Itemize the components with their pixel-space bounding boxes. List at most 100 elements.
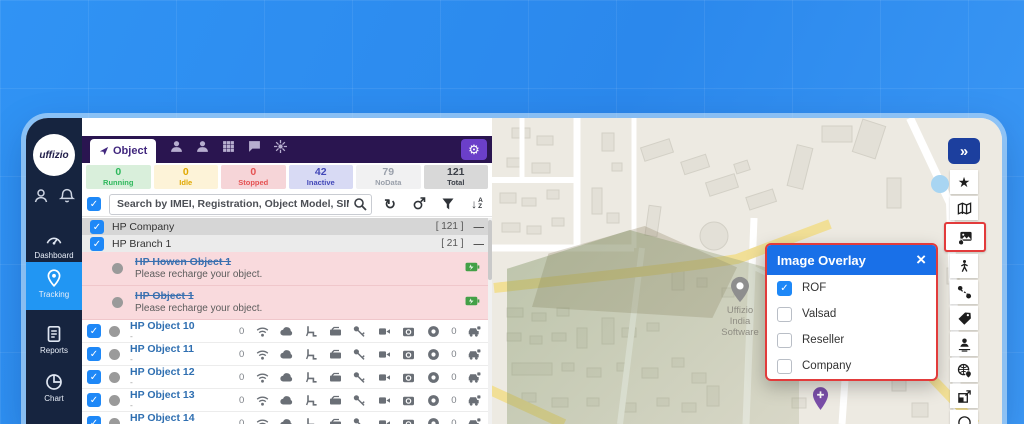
select-all-checkbox[interactable] [87,197,101,211]
overlay-option-company[interactable]: Company [767,353,936,379]
object-row[interactable]: HP Object 12- 0 0 [82,366,492,389]
chat-icon[interactable] [248,140,261,158]
image-overlay-button[interactable] [944,222,986,252]
status-dot [112,263,123,274]
row-checkbox[interactable] [87,370,101,384]
alert-row[interactable]: HP Howen Object 1 Please recharge your o… [82,252,492,286]
bell-icon[interactable] [59,188,75,209]
map-pin-gray[interactable] [730,276,750,308]
group-checkbox[interactable] [90,237,104,251]
clustering-button[interactable] [950,332,978,356]
group-checkbox[interactable] [90,220,104,234]
car-lock-icon [468,417,481,424]
object-status-icons: 0 0 [239,325,481,338]
object-subtitle: - [130,332,225,341]
counter: 0 [239,395,244,406]
passenger-icon[interactable] [196,140,209,158]
street-view-button[interactable] [950,254,978,278]
option-checkbox[interactable] [777,333,792,348]
chip-total[interactable]: 121Total [424,165,489,189]
object-name[interactable]: HP Object 13 [130,390,225,402]
grid-icon[interactable] [222,140,235,158]
sidebar-item-dashboard[interactable]: Dashboard [26,224,82,260]
poi-star-button[interactable] [950,170,978,194]
circle-arrow-icon[interactable] [409,194,429,214]
chip-inactive[interactable]: 42Inactive [289,165,354,189]
collapse-toggle[interactable]: — [474,221,485,233]
object-row[interactable]: HP Object 11- 0 0 [82,343,492,366]
map-pin-hospital[interactable] [812,386,829,416]
uffizio-logo[interactable]: uffizio [33,134,75,176]
driver-icon[interactable] [170,140,183,158]
fit-screen-button[interactable] [950,384,978,408]
geofence-globe-button[interactable] [950,358,978,382]
recharge-icon[interactable] [465,260,480,278]
object-row[interactable]: HP Object 14- 0 0 [82,412,492,424]
option-label: Company [802,360,851,372]
network-icon[interactable] [274,140,287,158]
recharge-message: Please recharge your object. [135,303,262,316]
sidebar-item-chart[interactable]: Chart [26,366,82,406]
object-name[interactable]: HP Object 14 [130,413,225,424]
more-tools-button[interactable] [950,410,978,424]
route-button[interactable] [950,280,978,304]
popup-header[interactable]: Image Overlay × [767,245,936,275]
wifi-icon [256,417,269,424]
sidebar-item-label: Reports [40,346,68,355]
object-name[interactable]: HP Object 12 [130,367,225,379]
row-checkbox[interactable] [87,324,101,338]
overlay-option-valsad[interactable]: Valsad [767,301,936,327]
recharge-icon[interactable] [465,294,480,312]
collapse-panel-button[interactable] [948,138,980,164]
group-name[interactable]: HP Company [112,221,174,233]
tab-object[interactable]: Object [90,139,156,163]
group-count: [ 121 ] [436,221,464,232]
sidebar-item-reports[interactable]: Reports [26,318,82,358]
object-subtitle: - [130,378,225,387]
alert-row[interactable]: HP Object 1 Please recharge your object. [82,286,492,320]
user-icon[interactable] [33,188,49,209]
object-row[interactable]: HP Object 10- 0 0 [82,320,492,343]
row-checkbox[interactable] [87,347,101,361]
chip-running[interactable]: 0Running [86,165,151,189]
label-tag-button[interactable] [950,306,978,330]
overlay-option-rof[interactable]: ROF [767,275,936,301]
object-name[interactable]: HP Object 10 [130,321,225,333]
map-type-button[interactable] [950,196,978,220]
option-checkbox[interactable] [777,307,792,322]
group-name[interactable]: HP Branch 1 [112,238,171,250]
door-icon [329,348,342,361]
sort-az-icon[interactable]: ↓ AZ [467,194,487,214]
status-chip-bar: 0Running 0Idle 0Stopped 42Inactive 79NoD… [82,164,492,190]
group-row-branch[interactable]: HP Branch 1 [ 21 ] — [82,235,492,252]
sidebar-item-tracking[interactable]: Tracking [26,262,82,310]
option-checkbox[interactable] [777,281,792,296]
object-name[interactable]: HP Howen Object 1 [135,256,262,269]
collapse-toggle[interactable]: — [474,238,485,250]
video-camera-icon [378,348,391,361]
option-label: Reseller [802,334,844,346]
search-row: ↓ AZ [82,192,492,217]
chip-idle[interactable]: 0Idle [154,165,219,189]
row-checkbox[interactable] [87,416,101,424]
chip-nodata[interactable]: 79NoData [356,165,421,189]
chip-stopped[interactable]: 0Stopped [221,165,286,189]
speed-limit-icon [427,417,440,424]
row-checkbox[interactable] [87,393,101,407]
sidebar-item-label: Tracking [39,290,69,299]
refresh-icon[interactable] [380,194,400,214]
group-row-company[interactable]: HP Company [ 121 ] — [82,218,492,235]
settings-gear-button[interactable] [461,139,487,160]
object-row[interactable]: HP Object 13- 0 0 [82,389,492,412]
object-panel: Object 0Running 0Idle 0Stopped 42Inactiv… [82,118,492,424]
overlay-option-reseller[interactable]: Reseller [767,327,936,353]
object-name[interactable]: HP Object 11 [130,344,225,356]
object-name[interactable]: HP Object 1 [135,290,262,303]
close-icon[interactable]: × [916,250,926,270]
search-input[interactable] [109,194,372,215]
filter-icon[interactable] [438,194,458,214]
status-dot [109,395,120,406]
search-icon [353,197,367,211]
camera-icon [402,348,415,361]
option-checkbox[interactable] [777,359,792,374]
